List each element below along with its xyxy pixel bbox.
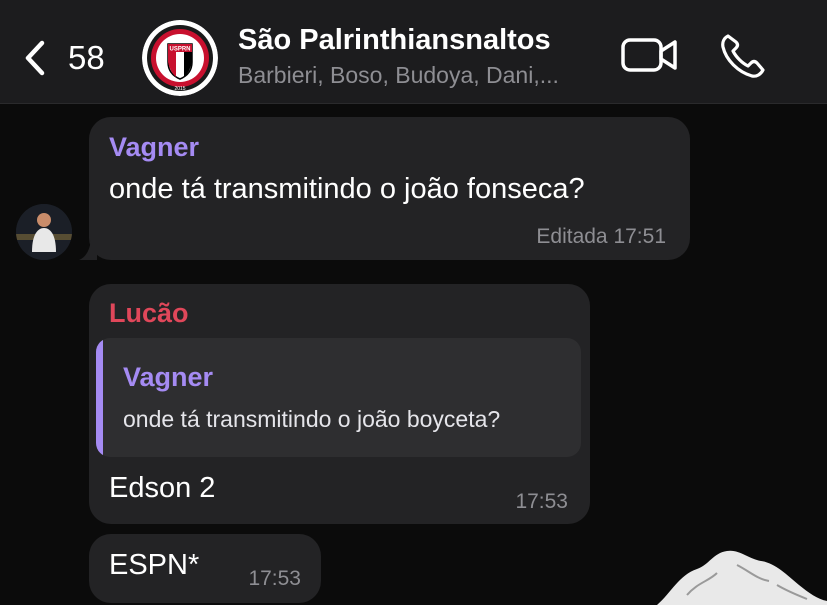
group-title[interactable]: São Palrinthiansnaltos: [238, 24, 551, 57]
quoted-message[interactable]: Vagner onde tá transmitindo o joão boyce…: [96, 338, 581, 457]
unread-count: 58: [68, 39, 105, 76]
message-time: 17:53: [515, 490, 568, 513]
quote-text: onde tá transmitindo o joão boyceta?: [123, 406, 501, 432]
message-bubble[interactable]: ESPN* 17:53: [89, 534, 321, 603]
quote-bar: [96, 338, 103, 457]
group-members[interactable]: Barbieri, Boso, Budoya, Dani,...: [238, 62, 559, 89]
message-bubble[interactable]: Lucão Vagner onde tá transmitindo o joão…: [89, 284, 590, 524]
wallpaper-doodle: [657, 550, 827, 605]
chat-header: 58 USPRN 2015 São Palrinthiansnaltos Bar…: [0, 0, 827, 104]
avatar-photo: [16, 204, 72, 260]
back-button[interactable]: 58: [22, 36, 112, 80]
message-time: Editada 17:51: [536, 225, 666, 248]
logo-year: 2015: [174, 86, 185, 92]
video-camera-icon[interactable]: [620, 34, 678, 76]
phone-icon[interactable]: [718, 32, 770, 80]
logo-text: USPRN: [169, 47, 190, 53]
group-avatar[interactable]: USPRN 2015: [142, 20, 218, 96]
message-bubble[interactable]: Vagner onde tá transmitindo o joão fonse…: [79, 117, 690, 260]
message-text: Edson 2: [109, 472, 216, 504]
sender-name[interactable]: Vagner: [109, 132, 199, 163]
bubble-tail: [79, 240, 97, 260]
quote-sender: Vagner: [123, 362, 214, 392]
message-time: 17:53: [248, 567, 301, 590]
avatar[interactable]: [16, 204, 72, 260]
message-text: ESPN*: [109, 549, 200, 581]
message-text: onde tá transmitindo o joão fonseca?: [109, 173, 585, 205]
chevron-left-icon: [25, 40, 45, 76]
sender-name[interactable]: Lucão: [109, 298, 189, 329]
